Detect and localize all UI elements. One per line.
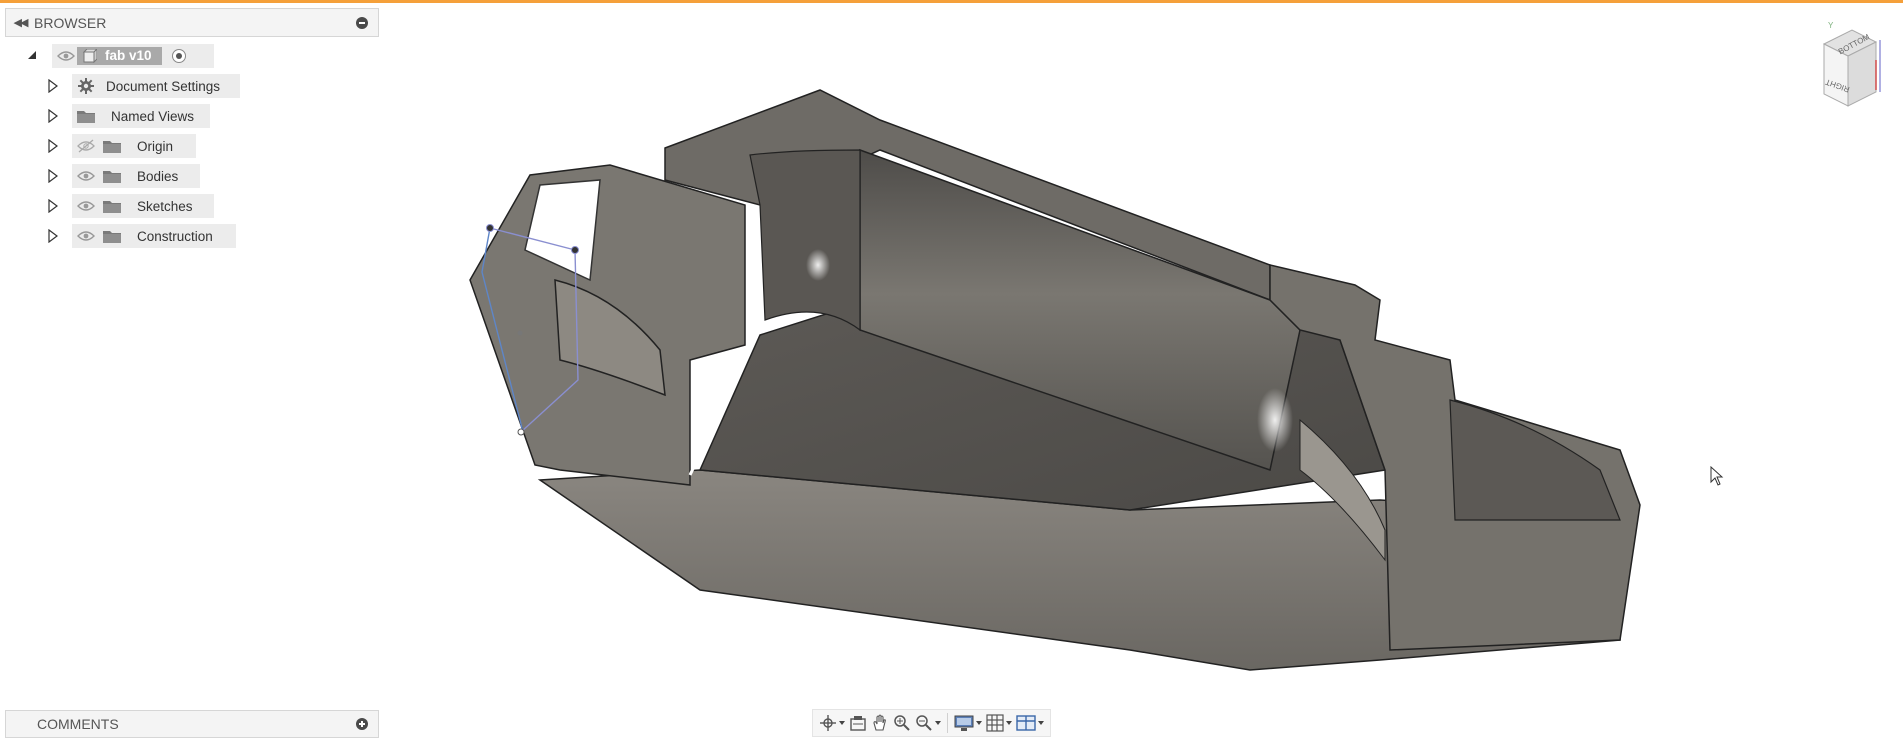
tree-item-chip: Document Settings (72, 74, 240, 98)
tree-item-bodies[interactable]: Bodies (0, 164, 380, 188)
navigation-toolbar (812, 709, 1051, 737)
display-settings-icon (954, 715, 974, 731)
minimize-panel-button[interactable] (356, 16, 368, 29)
tree-item-document-settings[interactable]: Document Settings (0, 74, 380, 98)
fit-tool[interactable] (915, 712, 941, 734)
display-settings-tool[interactable] (954, 712, 982, 734)
tree-item-chip: Construction (72, 224, 236, 248)
eye-icon[interactable] (55, 50, 77, 62)
collapse-panel-icon[interactable]: ◀◀ (6, 16, 34, 29)
expand-triangle-icon[interactable] (48, 109, 62, 123)
browser-title: BROWSER (34, 14, 107, 31)
orbit-tool[interactable] (819, 712, 845, 734)
add-comment-button[interactable] (356, 718, 368, 730)
tree-item-chip: Bodies (72, 164, 200, 188)
comments-panel[interactable]: COMMENTS (5, 710, 379, 738)
model-viewport[interactable] (380, 4, 1903, 704)
expand-triangle-icon[interactable] (48, 229, 62, 243)
cad-model-body[interactable] (469, 89, 1641, 671)
folder-icon (101, 198, 123, 214)
grid-tool[interactable] (986, 712, 1012, 734)
comments-title: COMMENTS (37, 716, 119, 732)
pan-icon (873, 714, 886, 731)
mouse-cursor-icon (1710, 466, 1724, 486)
look-at-icon (850, 716, 866, 731)
eye-hidden-icon[interactable] (75, 139, 97, 153)
tree-item-label: Construction (137, 228, 213, 244)
viewports-icon (1016, 715, 1036, 731)
eye-icon[interactable] (75, 200, 97, 212)
eye-icon[interactable] (75, 230, 97, 242)
tree-item-chip: Named Views (72, 104, 210, 128)
expand-triangle-icon[interactable] (48, 79, 62, 93)
eye-icon[interactable] (75, 170, 97, 182)
tree-item-chip: Sketches (72, 194, 214, 218)
tree-item-label: Sketches (137, 198, 193, 214)
chevron-down-icon (1006, 721, 1012, 725)
zoom-icon (894, 715, 910, 731)
chevron-down-icon (935, 721, 941, 725)
root-component-name[interactable]: fab v10 (77, 47, 162, 65)
pan-button[interactable] (871, 712, 889, 734)
expand-triangle-icon[interactable] (48, 199, 62, 213)
fit-icon (916, 715, 932, 731)
folder-icon (101, 168, 123, 184)
tree-item-named-views[interactable]: Named Views (0, 104, 380, 128)
tree-item-chip: Origin (72, 134, 196, 158)
zoom-button[interactable] (893, 712, 911, 734)
folder-icon (101, 228, 123, 244)
component-icon (83, 49, 97, 63)
chevron-down-icon (1038, 721, 1044, 725)
folder-icon (101, 138, 123, 154)
root-component-chip[interactable]: fab v10 (52, 44, 214, 68)
viewports-tool[interactable] (1016, 712, 1044, 734)
gear-icon (75, 78, 97, 94)
app-accent-bar (0, 0, 1903, 3)
y-axis-label: Y (1828, 21, 1834, 30)
tree-item-sketches[interactable]: Sketches (0, 194, 380, 218)
expand-triangle-icon[interactable] (48, 169, 62, 183)
browser-header: ◀◀ BROWSER (5, 8, 379, 37)
grid-icon (986, 714, 1004, 732)
view-cube[interactable]: Y BOTTOM RIGHT (1818, 20, 1890, 112)
toolbar-divider (947, 713, 948, 733)
tree-item-label: Bodies (137, 168, 179, 184)
tree-item-label: Origin (137, 138, 174, 154)
look-at-button[interactable] (849, 712, 867, 734)
folder-icon (75, 108, 97, 124)
activate-radio-icon[interactable] (168, 48, 190, 64)
chevron-down-icon (839, 721, 845, 725)
tree-item-construction[interactable]: Construction (0, 224, 380, 248)
expand-triangle-icon[interactable] (48, 139, 62, 153)
tree-item-origin[interactable]: Origin (0, 134, 380, 158)
tree-item-label: Named Views (111, 108, 195, 124)
chevron-down-icon (976, 721, 982, 725)
orbit-icon (820, 715, 836, 731)
tree-item-label: Document Settings (106, 78, 221, 94)
collapse-triangle-icon[interactable] (27, 50, 41, 64)
tree-root-row[interactable]: fab v10 (0, 44, 380, 68)
